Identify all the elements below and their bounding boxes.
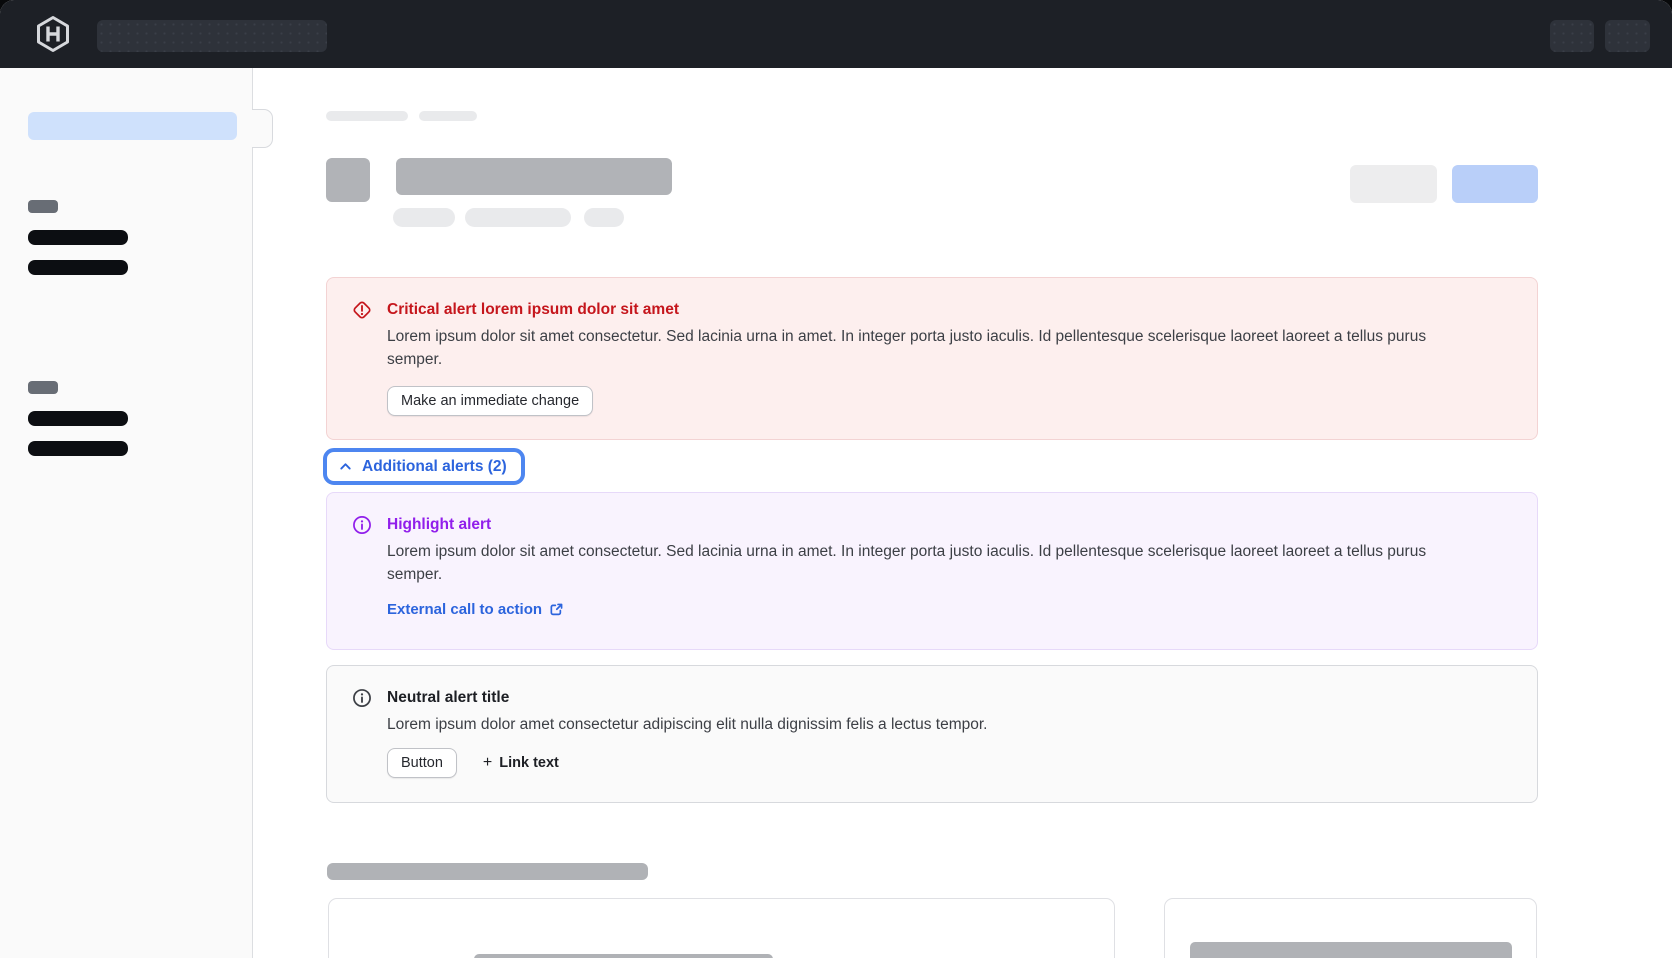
- breadcrumb-skeleton[interactable]: [326, 111, 408, 121]
- additional-alerts-toggle-label: Additional alerts (2): [362, 458, 507, 476]
- neutral-alert-button[interactable]: Button: [387, 748, 457, 778]
- card-skeleton-narrow: [1164, 898, 1537, 958]
- neutral-alert-title: Neutral alert title: [387, 687, 1513, 709]
- sidebar-group-label-skeleton: [28, 381, 58, 394]
- search-input[interactable]: [97, 20, 327, 52]
- sidebar-item-skeleton[interactable]: [28, 260, 128, 275]
- badge-skeleton: [393, 208, 455, 227]
- external-link-label: External call to action: [387, 601, 542, 618]
- neutral-alert-link[interactable]: + Link text: [483, 754, 559, 772]
- primary-button-skeleton[interactable]: [1452, 165, 1538, 203]
- secondary-button-skeleton[interactable]: [1350, 165, 1437, 203]
- highlight-alert-title: Highlight alert: [387, 514, 1513, 536]
- highlight-alert: Highlight alert Lorem ipsum dolor sit am…: [326, 492, 1538, 650]
- critical-alert-body: Lorem ipsum dolor sit amet consectetur. …: [387, 325, 1452, 371]
- neutral-alert: Neutral alert title Lorem ipsum dolor am…: [326, 665, 1538, 803]
- external-call-to-action-link[interactable]: External call to action: [387, 601, 564, 618]
- card-skeleton-wide: [328, 898, 1115, 958]
- nav-action-skeleton-1[interactable]: [1550, 20, 1594, 52]
- sidebar-item-skeleton[interactable]: [28, 230, 128, 245]
- sidebar-group-label-skeleton: [28, 200, 58, 213]
- sidebar-active-item-skeleton[interactable]: [28, 112, 237, 140]
- nav-action-skeleton-2[interactable]: [1605, 20, 1650, 52]
- sidebar-collapse-handle[interactable]: [252, 109, 273, 148]
- alert-diamond-icon: [351, 299, 373, 321]
- app-window: Critical alert lorem ipsum dolor sit ame…: [0, 0, 1672, 958]
- critical-alert-title: Critical alert lorem ipsum dolor sit ame…: [387, 299, 1513, 321]
- critical-alert: Critical alert lorem ipsum dolor sit ame…: [326, 277, 1538, 440]
- additional-alerts-toggle[interactable]: Additional alerts (2): [323, 448, 525, 485]
- info-circle-icon: [351, 687, 373, 709]
- highlight-alert-body: Lorem ipsum dolor sit amet consectetur. …: [387, 540, 1452, 586]
- breadcrumb-skeleton[interactable]: [419, 111, 477, 121]
- sidebar-item-skeleton[interactable]: [28, 411, 128, 426]
- card-content-skeleton: [474, 954, 773, 958]
- sidebar-item-skeleton[interactable]: [28, 441, 128, 456]
- sidebar: [0, 68, 253, 958]
- card-content-skeleton: [1190, 942, 1512, 958]
- section-title-skeleton: [327, 863, 648, 880]
- neutral-link-label: Link text: [499, 755, 559, 771]
- info-circle-icon: [351, 514, 373, 536]
- neutral-alert-body: Lorem ipsum dolor amet consectetur adipi…: [387, 713, 1452, 736]
- page-title-skeleton: [396, 158, 672, 195]
- page-icon-skeleton: [326, 158, 370, 202]
- plus-icon: +: [483, 754, 492, 772]
- chevron-up-icon: [338, 459, 353, 474]
- external-link-icon: [549, 602, 564, 617]
- top-nav: [0, 0, 1672, 68]
- hashicorp-logo-icon: [33, 14, 73, 54]
- badge-skeleton: [584, 208, 624, 227]
- critical-alert-action-button[interactable]: Make an immediate change: [387, 386, 593, 416]
- badge-skeleton: [465, 208, 571, 227]
